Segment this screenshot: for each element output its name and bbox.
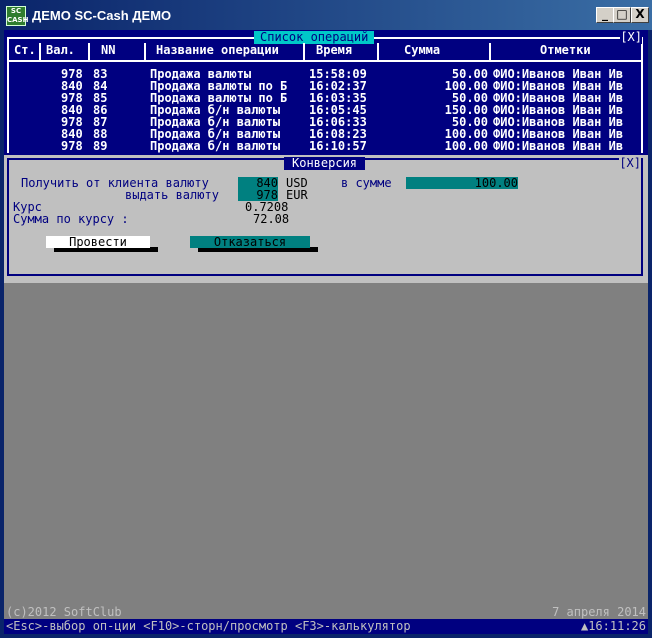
title-bar[interactable]: SC CASH ДЕМО SC-Cash ДЕМО _ □ X [0,0,652,30]
operations-close-button[interactable]: [X] [620,31,642,44]
rate-sum-value: 72.08 [253,212,290,226]
col-separator [39,43,41,60]
header-divider [7,60,643,62]
col-header-nn[interactable]: NN [101,43,115,57]
hint-bar: <Esc>-выбор оп-ции <F10>-сторн/просмотр … [4,619,648,634]
close-button[interactable]: X [631,7,649,23]
col-separator [377,43,379,60]
row-sum: 100.00 [444,139,488,153]
col-separator [489,43,491,60]
col-header-notes[interactable]: Отметки [540,43,591,57]
give-currency-label: выдать валюту [125,188,219,202]
console-area: Список операций [X] Ст. Вал. NN Название… [4,30,648,634]
col-separator [144,43,146,60]
window-title: ДЕМО SC-Cash ДЕМО [32,8,172,23]
conversion-title: Конверсия [284,157,366,170]
status-line: (c)2012 SoftClub 7 апреля 2014 [4,605,648,619]
amount-field[interactable]: 100.00 [406,177,518,189]
col-header-currency[interactable]: Вал. [46,43,75,57]
row-currency: 978 [61,139,83,153]
col-header-time[interactable]: Время [316,43,352,57]
amount-label: в сумме [341,176,392,190]
give-currency-iso: EUR [286,188,308,202]
col-header-sum[interactable]: Сумма [404,43,440,57]
key-hints: <Esc>-выбор оп-ции <F10>-сторн/просмотр … [6,619,411,633]
operations-list-panel: Список операций [X] Ст. Вал. NN Название… [4,30,648,155]
app-window: SC CASH ДЕМО SC-Cash ДЕМО _ □ X Список о… [0,0,652,638]
rate-sum-label: Сумма по курсу : [13,212,129,226]
proceed-button[interactable]: Провести [46,236,150,248]
clock: ▲16:11:26 [580,619,646,633]
col-separator [303,43,305,60]
refuse-button[interactable]: Отказаться [190,236,310,248]
maximize-button[interactable]: □ [613,7,631,23]
date-text: 7 апреля 2014 [552,605,646,619]
col-header-name[interactable]: Название операции [156,43,279,57]
minimize-button[interactable]: _ [596,7,614,23]
row-note: ФИО:Иванов Иван Ив [493,139,624,153]
conversion-dialog: Конверсия [X] Получить от клиента валюту… [4,155,648,283]
row-name: Продажа б/н валюты [150,139,281,153]
app-icon: SC CASH [6,6,29,26]
row-time: 16:10:57 [309,139,367,153]
conversion-close-button[interactable]: [X] [619,157,641,170]
operation-row[interactable]: 978 89 Продажа б/н валюты 16:10:57 100.0… [4,140,648,152]
col-separator [88,43,90,60]
copyright-text: (c)2012 SoftClub [6,605,122,619]
col-header-status[interactable]: Ст. [14,43,36,57]
row-number: 89 [93,139,108,153]
